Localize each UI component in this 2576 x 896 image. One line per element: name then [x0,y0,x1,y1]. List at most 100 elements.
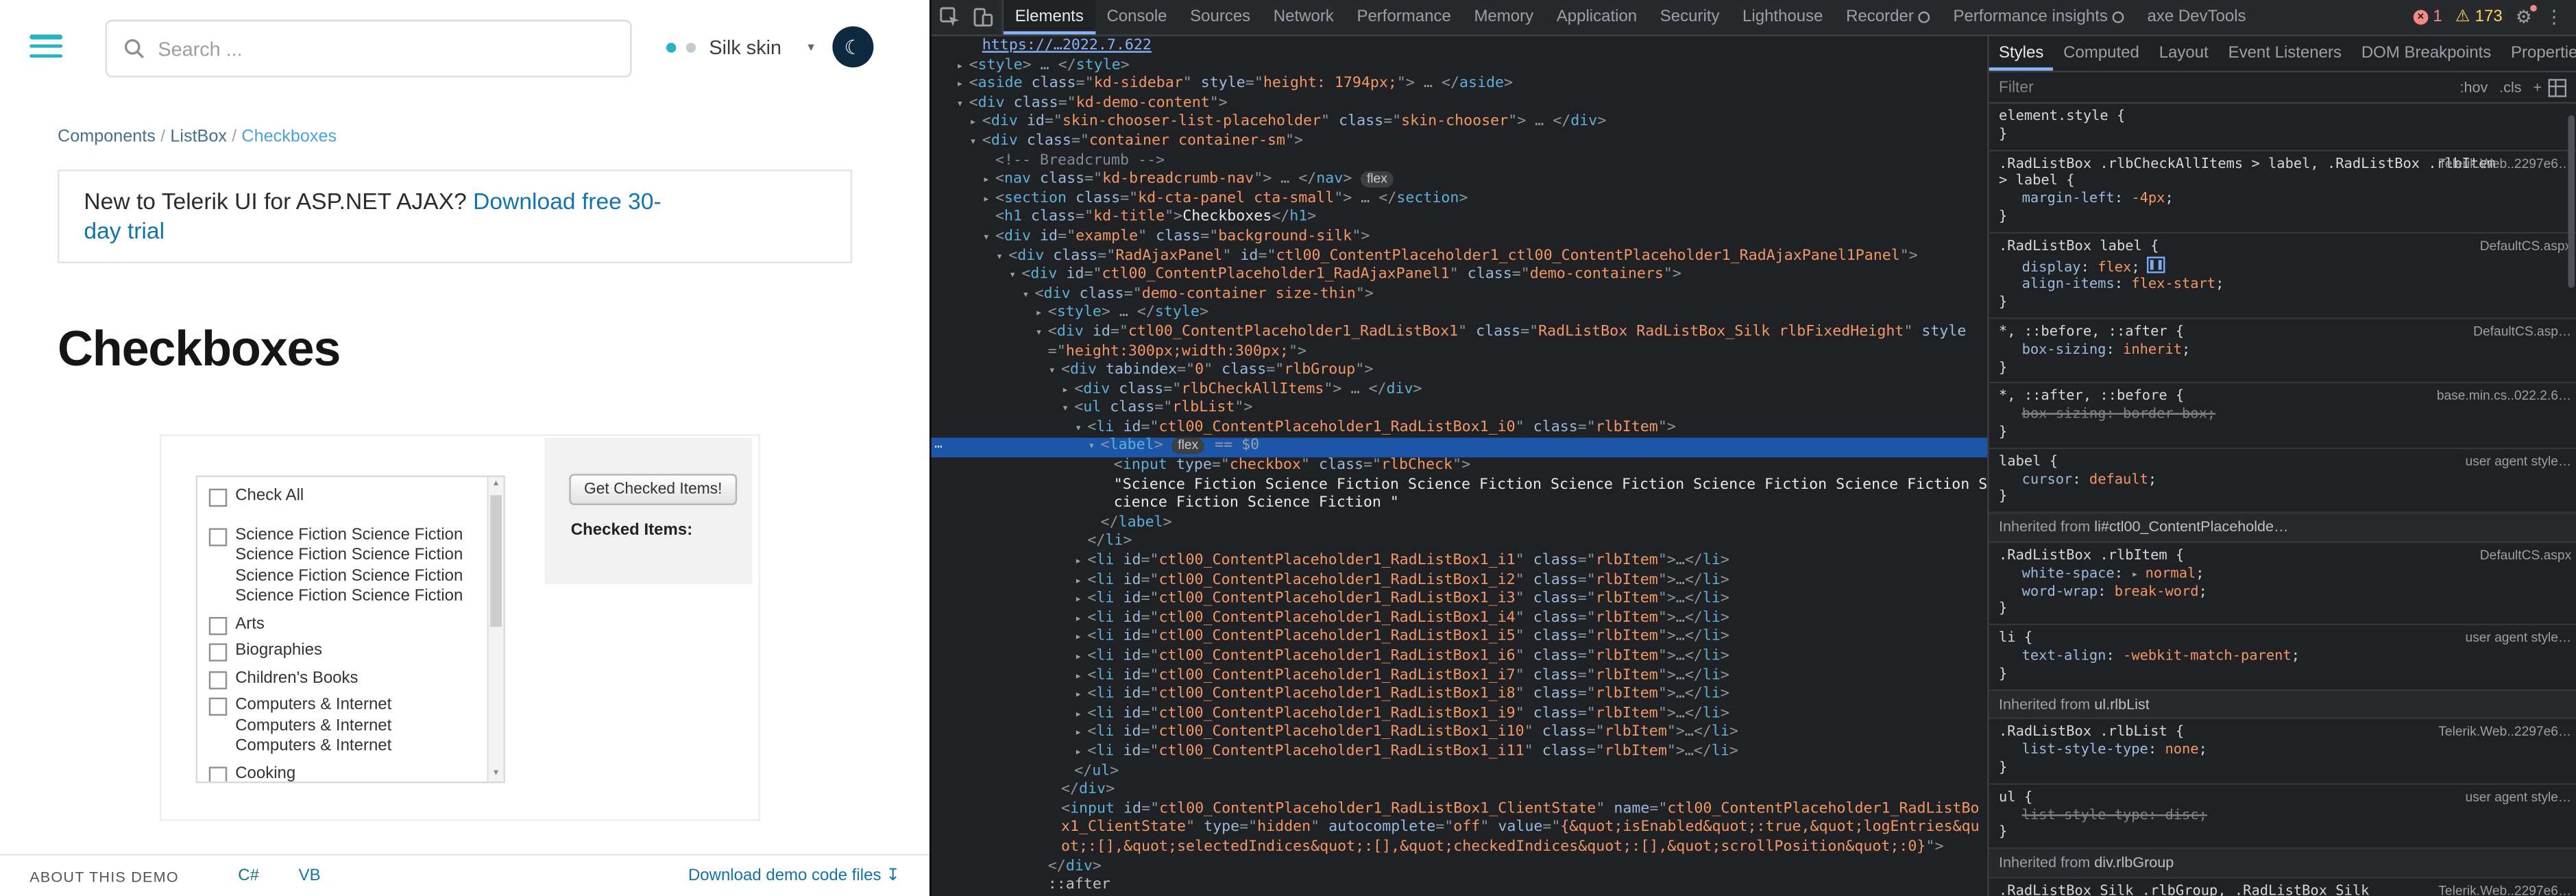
tree-node[interactable]: <input id="ctl00_ContentPlaceholder1_Rad… [931,801,1987,858]
stylesheet-source-link[interactable]: Telerik.Web..2297e6… [2438,156,2571,173]
styles-tab-layout[interactable]: Layout [2149,36,2218,71]
tree-node[interactable]: ▸<li id="ctl00_ContentPlaceholder1_RadLi… [931,553,1987,572]
checkbox-icon[interactable] [209,489,227,507]
tree-node[interactable]: ▸<li id="ctl00_ContentPlaceholder1_RadLi… [931,667,1987,686]
device-toolbar-icon[interactable] [972,7,993,28]
css-rule[interactable]: user agent style…ul {list-style-type: di… [1989,784,2576,849]
tree-node[interactable]: "Science Fiction Science Fiction Science… [931,476,1987,515]
tree-node-selected[interactable]: ⋯▾<label>flex== $0 [931,439,1987,458]
scroll-up-icon[interactable]: ▲ [489,477,504,492]
tree-node[interactable]: ▸<li id="ctl00_ContentPlaceholder1_RadLi… [931,649,1987,668]
devtools-tab-axe-devtools[interactable]: axe DevTools [2136,0,2258,34]
scroll-down-icon[interactable]: ▼ [489,766,504,782]
checkbox-icon[interactable] [209,766,227,783]
stylesheet-source-link[interactable]: user agent style… [2465,631,2571,649]
tree-node[interactable]: </ul> [931,763,1987,782]
css-property[interactable]: list-style-type: disc; [1999,807,2570,825]
devtools-tab-network[interactable]: Network [1262,0,1346,34]
css-property[interactable]: box-sizing: border-box; [1999,407,2570,424]
flex-editor-icon[interactable] [2146,256,2164,272]
listbox[interactable]: Check All Science Fiction Science Fictio… [196,476,505,784]
devtools-tab-performance[interactable]: Performance [1346,0,1463,34]
tree-node[interactable]: ▸<li id="ctl00_ContentPlaceholder1_RadLi… [931,744,1987,763]
stylesheet-source-link[interactable]: Telerik.Web..2297e6… [2438,725,2571,742]
tree-node[interactable]: </div> [931,858,1987,877]
list-item[interactable]: Biographies [204,638,481,666]
tree-node[interactable]: ▾<li id="ctl00_ContentPlaceholder1_RadLi… [931,420,1987,439]
tree-node[interactable]: ▸<section class="kd-cta-panel cta-small"… [931,191,1987,210]
listbox-scrollbar[interactable]: ▲ ▼ [487,477,503,782]
checkbox-icon[interactable] [209,670,227,688]
filter-toggle[interactable]: + [2533,79,2542,95]
list-item[interactable]: Children's Books [204,666,481,693]
checkbox-icon[interactable] [209,616,227,634]
tree-node[interactable]: ▾<div class="container container-sm"> [931,133,1987,152]
styles-tab-dom-breakpoints[interactable]: DOM Breakpoints [2351,36,2501,71]
tree-node[interactable]: ▸<style> … </style> [931,305,1987,324]
stylesheet-source-link[interactable]: user agent style… [2465,454,2571,472]
breadcrumb-components[interactable]: Components [58,127,156,147]
devtools-tab-elements[interactable]: Elements [1004,0,1095,34]
tree-node[interactable]: ▾<div id="ctl00_ContentPlaceholder1_RadL… [931,324,1987,363]
tree-node[interactable]: ▸<li id="ctl00_ContentPlaceholder1_RadLi… [931,705,1987,725]
css-rule[interactable]: Telerik.Web..2297e6….RadListBox_Silk .rl… [1989,878,2576,896]
devtools-tab-recorder[interactable]: Recorder [1834,0,1941,34]
tab-vb[interactable]: VB [299,867,321,885]
inherited-element-link[interactable]: ul.rlbList [2094,695,2149,712]
devtools-tab-performance-insights[interactable]: Performance insights [1942,0,2136,34]
console-errors-badge[interactable]: 1 [2414,8,2442,26]
tree-node[interactable]: ▸<li id="ctl00_ContentPlaceholder1_RadLi… [931,591,1987,610]
tree-node[interactable]: ▸<li id="ctl00_ContentPlaceholder1_RadLi… [931,686,1987,705]
tree-node[interactable]: ▸<nav class="kd-breadcrumb-nav"> … </nav… [931,171,1987,191]
stylesheet-source-link[interactable]: DefaultCS.aspx [2480,548,2571,566]
tree-node[interactable]: ▾<div class="kd-demo-content"> [931,95,1987,114]
dot-active[interactable] [666,43,676,52]
devtools-tab-sources[interactable]: Sources [1178,0,1262,34]
tree-node[interactable]: https://…2022.7.622 [931,38,1987,57]
flex-badge[interactable]: flex [1360,171,1394,188]
tree-node[interactable]: ▾<ul class="rlbList"> [931,400,1987,420]
check-all-item[interactable]: Check All [204,484,481,511]
css-property[interactable]: list-style-type: none; [1999,742,2570,760]
skin-chooser[interactable]: Silk skin [709,36,781,60]
styles-tab-styles[interactable]: Styles [1989,36,2054,71]
tree-node[interactable]: </label> [931,515,1987,534]
list-item[interactable]: Arts [204,612,481,639]
tree-node[interactable]: ▾<div tabindex="0" class="rlbGroup"> [931,362,1987,381]
filter-toggle[interactable]: :hov [2460,79,2488,95]
search-box[interactable] [106,20,632,77]
css-rule[interactable]: element.style {} [1989,104,2576,151]
stylesheet-source-link[interactable]: base.min.cs..022.2.6… [2437,389,2571,407]
tree-node[interactable]: ▾<div id="example" class="background-sil… [931,228,1987,247]
stylesheet-source-link[interactable]: Telerik.Web..2297e6… [2438,884,2571,896]
more-options-icon[interactable]: ⋮ [2545,7,2563,28]
css-property[interactable]: text-align: -webkit-match-parent; [1999,648,2570,666]
checkbox-icon[interactable] [209,527,227,545]
inherited-element-link[interactable]: li#ctl00_ContentPlaceholde… [2094,518,2288,535]
devtools-tab-security[interactable]: Security [1649,0,1731,34]
get-checked-items-button[interactable]: Get Checked Items! [569,474,737,505]
tree-node[interactable]: ::after [931,877,1987,896]
tree-node[interactable]: ▸<li id="ctl00_ContentPlaceholder1_RadLi… [931,629,1987,649]
inspect-element-icon[interactable] [939,7,960,28]
list-item[interactable]: Science Fiction Science Fiction Science … [204,522,481,612]
tree-node[interactable]: ▸<div class="rlbCheckAllItems"> … </div> [931,381,1987,400]
css-property[interactable]: display: flex; [1999,256,2570,277]
tab-csharp[interactable]: C# [238,867,259,885]
css-rule[interactable]: user agent style…label {cursor: default;… [1989,449,2576,514]
css-rule[interactable]: base.min.cs..022.2.6…*, ::after, ::befor… [1989,384,2576,449]
devtools-tab-memory[interactable]: Memory [1463,0,1545,34]
css-property[interactable]: cursor: default; [1999,472,2570,489]
devtools-tab-console[interactable]: Console [1095,0,1179,34]
tree-node[interactable]: <input type="checkbox" class="rlbCheck"> [931,457,1987,476]
css-rule[interactable]: user agent style…li {text-align: -webkit… [1989,625,2576,690]
css-rule[interactable]: DefaultCS.asp…*, ::before, ::after {box-… [1989,319,2576,385]
css-property[interactable]: word-wrap: break-word; [1999,583,2570,601]
styles-filter-input[interactable]: Filter [1999,78,2034,96]
dot-inactive[interactable] [686,43,696,52]
about-this-demo-label[interactable]: ABOUT THIS DEMO [29,868,179,884]
devtools-tab-lighthouse[interactable]: Lighthouse [1731,0,1834,34]
styles-tab-computed[interactable]: Computed [2054,36,2150,71]
styles-scrollbar-thumb[interactable] [2568,115,2575,288]
tree-node[interactable]: </li> [931,534,1987,553]
